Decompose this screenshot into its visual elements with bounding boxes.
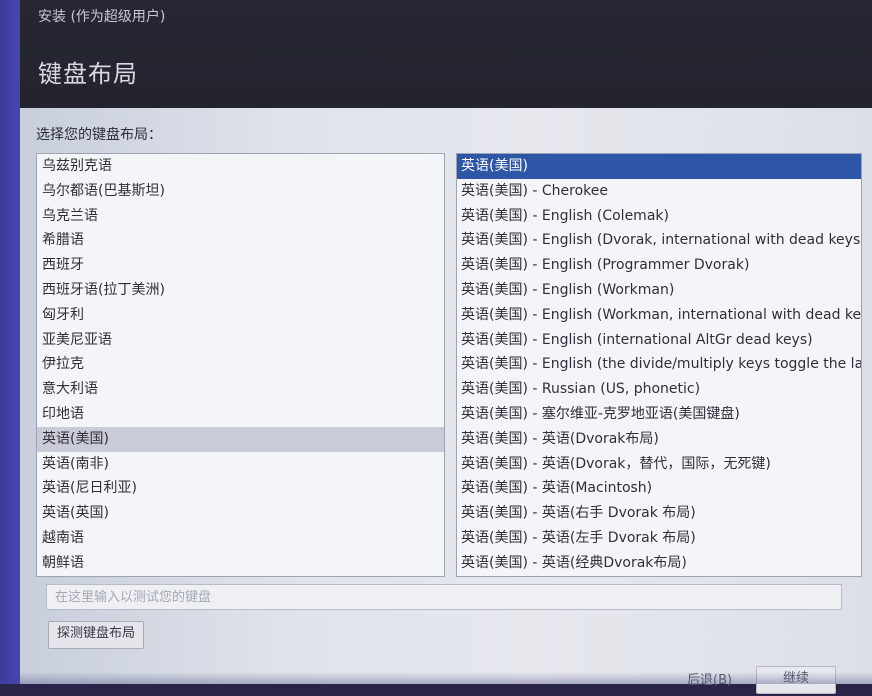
layout-prompt-label: 选择您的键盘布局： [36, 127, 162, 143]
language-list-item[interactable]: 乌兹别克语 [37, 154, 444, 179]
language-list-item[interactable]: 伊拉克 [37, 352, 444, 377]
variant-list-item[interactable]: 英语(美国) - 塞尔维亚-克罗地亚语(美国键盘) [457, 402, 861, 427]
keyboard-test-input[interactable] [46, 584, 842, 610]
screen-bottom-shadow [20, 672, 872, 684]
language-list-item[interactable]: 希腊语 [37, 228, 444, 253]
language-list-item[interactable]: 英语(南非) [37, 452, 444, 477]
variant-list-item[interactable]: 英语(美国) - English (international AltGr de… [457, 328, 861, 353]
screen-edge [0, 0, 20, 684]
language-list-item[interactable]: 匈牙利 [37, 303, 444, 328]
language-list[interactable]: 乌兹别克语 乌尔都语(巴基斯坦) 乌克兰语 希腊语 西班牙 西班牙语(拉丁美洲) 匈牙利 亚美… [36, 153, 445, 577]
variant-list-item[interactable]: 英语(美国) - English (Workman, international… [457, 303, 861, 328]
keyboard-layout-panel: 选择您的键盘布局： 乌兹别克语 乌尔都语(巴基斯坦) 乌克兰语 希腊语 西班牙 西班牙语(… [20, 108, 872, 694]
language-list-item[interactable]: 英语(英国) [37, 501, 444, 526]
variant-list-item[interactable]: 英语(美国) - 英语(Macintosh) [457, 476, 861, 501]
variant-list-item[interactable]: 英语(美国) - 英语(Dvorak，替代，国际，无死键) [457, 452, 861, 477]
detect-layout-button[interactable]: 探测键盘布局 [48, 621, 145, 649]
variant-list-item[interactable]: 英语(美国) - 英语(左手 Dvorak 布局) [457, 526, 861, 551]
language-list-item[interactable]: 乌尔都语(巴基斯坦) [37, 179, 444, 204]
variant-list-item[interactable]: 英语(美国) - English (Workman) [457, 278, 861, 303]
variant-list[interactable]: 英语(美国) 英语(美国) - Cherokee 英语(美国) - English … [456, 153, 862, 577]
variant-list-item[interactable]: 英语(美国) - 英语(Dvorak布局) [457, 427, 861, 452]
language-list-item[interactable]: 英语(美国) [37, 426, 444, 452]
variant-list-item[interactable]: 英语(美国) - English (Colemak) [457, 204, 861, 229]
variant-list-item[interactable]: 英语(美国) [457, 154, 861, 179]
language-list-item[interactable]: 亚美尼亚语 [37, 328, 444, 353]
page-title: 键盘布局 [38, 60, 138, 88]
language-list-item[interactable]: 意大利语 [37, 377, 444, 402]
language-list-item[interactable]: 朝鲜语 [37, 551, 444, 576]
language-list-item[interactable]: 印地语 [37, 402, 444, 427]
language-list-item[interactable]: 越南语 [37, 526, 444, 551]
language-list-item[interactable]: 西班牙 [37, 253, 444, 278]
variant-list-item[interactable]: 英语(美国) - English (Programmer Dvorak) [457, 253, 861, 278]
language-list-item[interactable]: 西班牙语(拉丁美洲) [37, 278, 444, 303]
variant-list-item[interactable]: 英语(美国) - 英语(右手 Dvorak 布局) [457, 501, 861, 526]
variant-list-item[interactable]: 英语(美国) - English (the divide/multiply ke… [457, 352, 861, 377]
variant-list-item[interactable]: 英语(美国) - Cherokee [457, 179, 861, 204]
variant-list-item[interactable]: 英语(美国) - 英语(经典Dvorak布局) [457, 551, 861, 576]
language-list-item[interactable]: 英语(尼日利亚) [37, 476, 444, 501]
window-title: 安装 (作为超级用户) [38, 9, 166, 25]
variant-list-item[interactable]: 英语(美国) - English (Dvorak, international … [457, 228, 861, 253]
language-list-item[interactable]: 乌克兰语 [37, 204, 444, 229]
installer-header: 安装 (作为超级用户) 键盘布局 [20, 0, 872, 108]
variant-list-item[interactable]: 英语(美国) - Russian (US, phonetic) [457, 377, 861, 402]
